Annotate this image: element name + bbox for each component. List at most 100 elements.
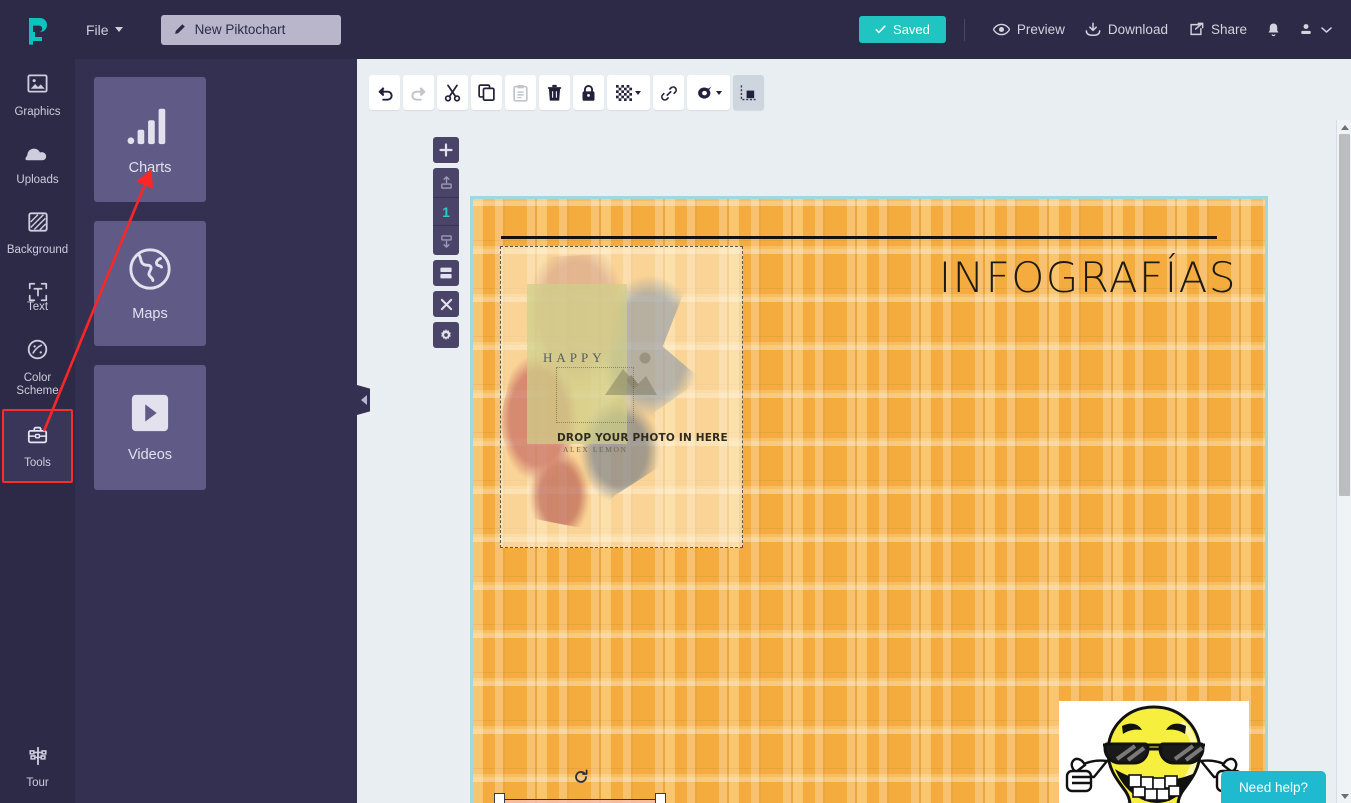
tile-label: Charts xyxy=(128,159,172,176)
sidebar-item-uploads[interactable]: Uploads xyxy=(0,130,75,198)
book-title-text: HAPPY xyxy=(543,350,606,365)
sidebar-item-tour[interactable]: Tour xyxy=(0,745,75,789)
move-block-down-button[interactable] xyxy=(433,226,459,255)
saved-label: Saved xyxy=(893,22,930,37)
tile-label: Videos xyxy=(127,446,173,463)
sidebar-item-graphics[interactable]: Graphics xyxy=(0,59,75,130)
scrollbar-thumb[interactable] xyxy=(1339,134,1350,496)
cut-button[interactable] xyxy=(437,75,468,110)
bell-icon xyxy=(1268,22,1279,36)
delete-block-button[interactable] xyxy=(433,291,459,317)
tile-label: Maps xyxy=(132,305,168,322)
chevron-down-icon xyxy=(635,90,641,95)
sidebar-item-label: Color xyxy=(23,372,52,384)
block-order-group: 1 xyxy=(433,168,459,255)
tile-charts[interactable]: Charts xyxy=(94,77,206,202)
header-divider xyxy=(963,18,965,41)
document-title-field[interactable]: New Piktochart xyxy=(160,14,341,45)
undo-button[interactable] xyxy=(369,75,400,110)
link-button[interactable] xyxy=(653,75,684,110)
need-help-button[interactable]: Need help? xyxy=(1220,771,1326,803)
upload-cloud-icon xyxy=(25,148,47,161)
photo-placeholder[interactable]: HAPPY DROP YOUR PHOTO IN HERE ALEX LEMON xyxy=(500,246,743,548)
sidebar-item-label: Background xyxy=(6,244,69,256)
rotate-icon xyxy=(575,769,588,783)
scroll-down-button[interactable] xyxy=(1337,789,1351,803)
file-menu[interactable]: File xyxy=(78,16,131,44)
tile-videos[interactable]: Videos xyxy=(94,365,206,490)
canvas-viewport[interactable]: INFOGRAFÍAS HAPPY DROP YOUR PHOTO IN HER… xyxy=(357,120,1338,803)
duplicate-block-icon xyxy=(440,267,452,279)
date-text-element[interactable]: ABRIL, 2018 xyxy=(500,799,660,803)
canvas-page[interactable]: INFOGRAFÍAS HAPPY DROP YOUR PHOTO IN HER… xyxy=(470,196,1268,803)
sidebar-item-label: Tour xyxy=(26,777,49,789)
title-rule xyxy=(501,236,1217,239)
account-menu[interactable] xyxy=(1290,16,1341,43)
transparency-button[interactable] xyxy=(607,75,650,110)
canvas-scrollbar[interactable] xyxy=(1336,120,1351,803)
resize-handle-top-right[interactable] xyxy=(655,793,666,803)
sidebar-item-background[interactable]: Background xyxy=(0,198,75,268)
paste-button[interactable] xyxy=(505,75,536,110)
tools-tile-grid: Charts Maps Videos xyxy=(75,59,335,490)
gear-icon xyxy=(441,329,451,341)
left-sidebar: Graphics Uploads Background Color Text xyxy=(0,59,75,803)
pencil-icon xyxy=(174,24,185,34)
canvas-block-tools: 1 xyxy=(433,137,459,353)
notifications-button[interactable] xyxy=(1257,16,1290,44)
position-align-icon xyxy=(740,85,756,101)
chevron-down-icon xyxy=(715,90,722,95)
work-area: 1 INFOGRAFÍAS HAPPY DROP YOUR PHOTO IN H… xyxy=(357,59,1351,803)
globe-icon xyxy=(129,247,171,290)
drop-photo-label: DROP YOUR PHOTO IN HERE xyxy=(557,432,728,444)
tile-maps[interactable]: Maps xyxy=(94,221,206,346)
duplicate-block-button[interactable] xyxy=(433,260,459,286)
copy-button[interactable] xyxy=(471,75,502,110)
share-button[interactable]: Share xyxy=(1178,16,1257,43)
piktochart-logo[interactable] xyxy=(0,15,75,45)
mask-button[interactable] xyxy=(687,75,730,110)
share-icon xyxy=(1190,22,1204,36)
block-settings-button[interactable] xyxy=(433,322,459,348)
image-icon xyxy=(27,74,48,93)
page-number[interactable]: 1 xyxy=(433,197,459,226)
lock-button[interactable] xyxy=(573,75,604,110)
move-block-up-icon xyxy=(440,175,452,189)
move-block-up-button[interactable] xyxy=(433,168,459,197)
chevron-left-icon xyxy=(360,395,367,405)
saved-button[interactable]: Saved xyxy=(859,16,946,43)
link-icon xyxy=(660,85,677,101)
selected-element-wrapper: ABRIL, 2018 xyxy=(494,769,666,803)
download-button[interactable]: Download xyxy=(1075,16,1178,43)
sidebar-item-text[interactable]: Color Text xyxy=(0,268,75,325)
sidebar-item-tools[interactable]: Tools xyxy=(2,409,73,483)
delete-button[interactable] xyxy=(539,75,570,110)
redo-button[interactable] xyxy=(403,75,434,110)
panel-collapse-button[interactable] xyxy=(357,385,370,415)
scroll-up-button[interactable] xyxy=(1337,120,1351,134)
file-menu-label: File xyxy=(86,21,109,38)
checkerboard-icon xyxy=(616,84,632,101)
position-button[interactable] xyxy=(733,75,764,110)
lock-icon xyxy=(582,84,595,101)
check-icon xyxy=(875,25,886,34)
redo-icon xyxy=(410,86,425,101)
element-toolbar xyxy=(369,75,764,110)
sidebar-item-label: Graphics xyxy=(14,106,61,118)
play-icon xyxy=(131,394,169,431)
toolbox-icon xyxy=(27,426,48,444)
piktochart-logo-icon xyxy=(28,17,47,45)
canvas-title[interactable]: INFOGRAFÍAS xyxy=(939,253,1237,302)
image-placeholder-icon xyxy=(605,352,657,395)
add-block-button[interactable] xyxy=(433,137,459,163)
chevron-down-icon xyxy=(114,27,123,32)
rotate-handle[interactable] xyxy=(572,768,590,786)
mask-shape-icon xyxy=(697,86,711,99)
chevron-down-icon xyxy=(1321,26,1332,33)
triangle-up-icon xyxy=(1340,124,1349,130)
sidebar-item-color-scheme[interactable]: Color Scheme xyxy=(0,325,75,409)
sidebar-item-label: Uploads xyxy=(16,174,59,186)
resize-handle-top-left[interactable] xyxy=(494,793,505,803)
preview-button[interactable]: Preview xyxy=(983,16,1075,43)
tools-panel: Charts Maps Videos xyxy=(75,59,357,803)
